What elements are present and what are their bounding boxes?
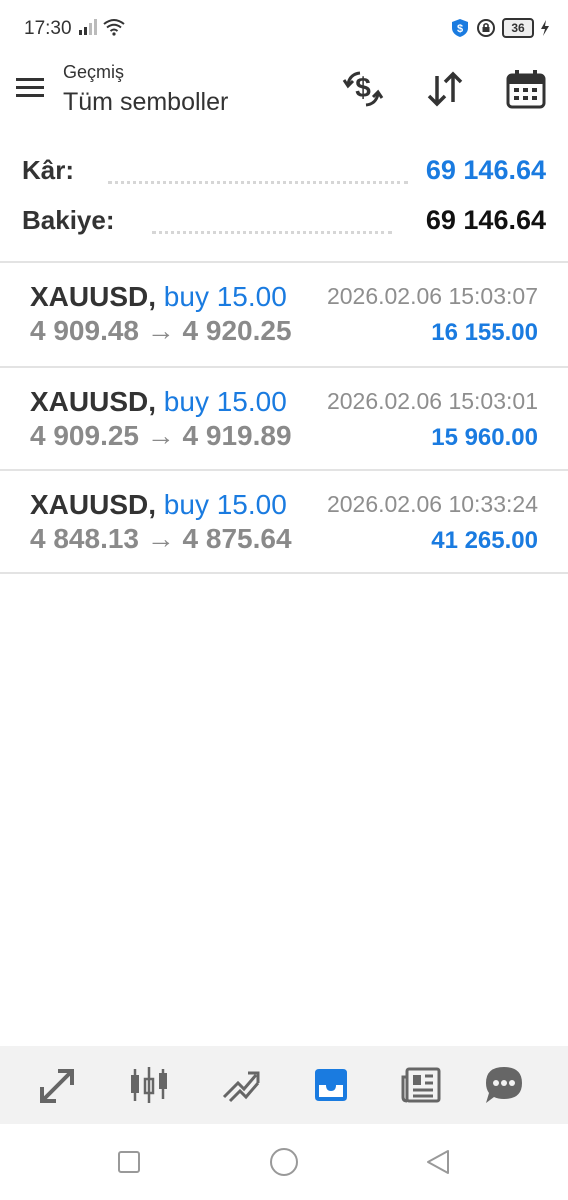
history-icon xyxy=(315,1069,347,1101)
vpn-lock-icon xyxy=(477,19,495,37)
divider xyxy=(0,572,568,574)
nav-trade[interactable] xyxy=(217,1062,263,1108)
wifi-icon xyxy=(103,19,126,36)
status-bar: 17:30 $ 36 xyxy=(0,0,568,60)
bottom-navigation xyxy=(0,1046,568,1124)
profit-summary-row: Kâr: 69 146.64 xyxy=(22,155,546,195)
calendar-icon xyxy=(506,70,546,109)
deal-type: buy 15.00 xyxy=(163,489,287,520)
profit-label: Kâr: xyxy=(22,155,75,185)
circle-icon xyxy=(270,1148,298,1176)
status-time: 17:30 xyxy=(24,18,72,39)
system-navigation xyxy=(0,1124,568,1200)
svg-text:$: $ xyxy=(457,23,463,35)
header-subtitle: Geçmiş xyxy=(63,62,125,82)
menu-icon xyxy=(16,78,44,97)
deal-symbol-line: XAUUSD, buy 15.00 xyxy=(30,489,287,521)
sort-button[interactable] xyxy=(422,66,468,112)
profit-value: 69 146.64 xyxy=(425,155,546,185)
currency-exchange-icon: $ xyxy=(342,71,384,107)
deal-symbol-line: XAUUSD, buy 15.00 xyxy=(30,386,287,418)
nav-history[interactable] xyxy=(308,1062,354,1108)
chart-icon xyxy=(131,1067,167,1103)
sort-icon xyxy=(427,71,463,107)
deal-row[interactable]: XAUUSD, buy 15.00 2026.02.06 15:03:01 4 … xyxy=(0,368,568,470)
back-button[interactable] xyxy=(422,1146,454,1178)
deal-prices: 4 909.48 → 4 920.25 xyxy=(30,315,292,346)
signal-icon xyxy=(79,19,97,35)
deal-symbol-line: XAUUSD, buy 15.00 xyxy=(30,281,287,313)
deal-profit: 41 265.00 xyxy=(431,527,538,554)
deal-time: 2026.02.06 10:33:24 xyxy=(326,491,538,517)
menu-button[interactable] xyxy=(14,74,50,104)
balance-summary-row: Bakiye: 69 146.64 xyxy=(22,205,546,245)
recents-button[interactable] xyxy=(113,1146,145,1178)
deal-prices: 4 848.13 → 4 875.64 xyxy=(30,523,292,554)
balance-dots xyxy=(152,231,392,234)
home-button[interactable] xyxy=(268,1146,300,1178)
square-icon xyxy=(118,1151,140,1173)
deal-time: 2026.02.06 15:03:07 xyxy=(326,283,538,309)
status-left-icons xyxy=(78,18,126,41)
app-header: Geçmiş Tüm semboller $ xyxy=(0,60,568,140)
deal-time: 2026.02.06 15:03:01 xyxy=(326,388,538,414)
nav-quotes[interactable] xyxy=(35,1062,81,1108)
balance-label: Bakiye: xyxy=(22,205,115,235)
deal-type: buy 15.00 xyxy=(163,386,287,417)
shield-icon: $ xyxy=(452,19,468,37)
trade-icon xyxy=(222,1071,260,1103)
header-title[interactable]: Tüm semboller xyxy=(63,88,228,117)
nav-chart[interactable] xyxy=(126,1062,172,1108)
deal-type: buy 15.00 xyxy=(163,281,287,312)
charging-icon xyxy=(541,20,549,36)
calendar-button[interactable] xyxy=(503,66,549,112)
triangle-back-icon xyxy=(427,1150,449,1174)
balance-value: 69 146.64 xyxy=(425,205,546,235)
status-right-icons: $ 36 xyxy=(450,18,550,38)
nav-chat[interactable] xyxy=(481,1062,527,1108)
quotes-icon xyxy=(40,1069,74,1103)
deal-prices: 4 909.25 → 4 919.89 xyxy=(30,420,292,451)
nav-news[interactable] xyxy=(398,1062,444,1108)
deal-row[interactable]: XAUUSD, buy 15.00 2026.02.06 15:03:07 4 … xyxy=(0,263,568,365)
deal-profit: 16 155.00 xyxy=(431,319,538,346)
chat-icon xyxy=(486,1067,522,1103)
deal-symbol: XAUUSD, xyxy=(30,281,157,312)
svg-text:$: $ xyxy=(355,72,371,103)
news-icon xyxy=(401,1067,441,1103)
currency-exchange-button[interactable]: $ xyxy=(340,66,386,112)
deal-row[interactable]: XAUUSD, buy 15.00 2026.02.06 10:33:24 4 … xyxy=(0,471,568,573)
battery-icon: 36 xyxy=(502,18,534,38)
deal-profit: 15 960.00 xyxy=(431,424,538,451)
profit-dots xyxy=(108,181,408,184)
deal-symbol: XAUUSD, xyxy=(30,386,157,417)
deal-symbol: XAUUSD, xyxy=(30,489,157,520)
